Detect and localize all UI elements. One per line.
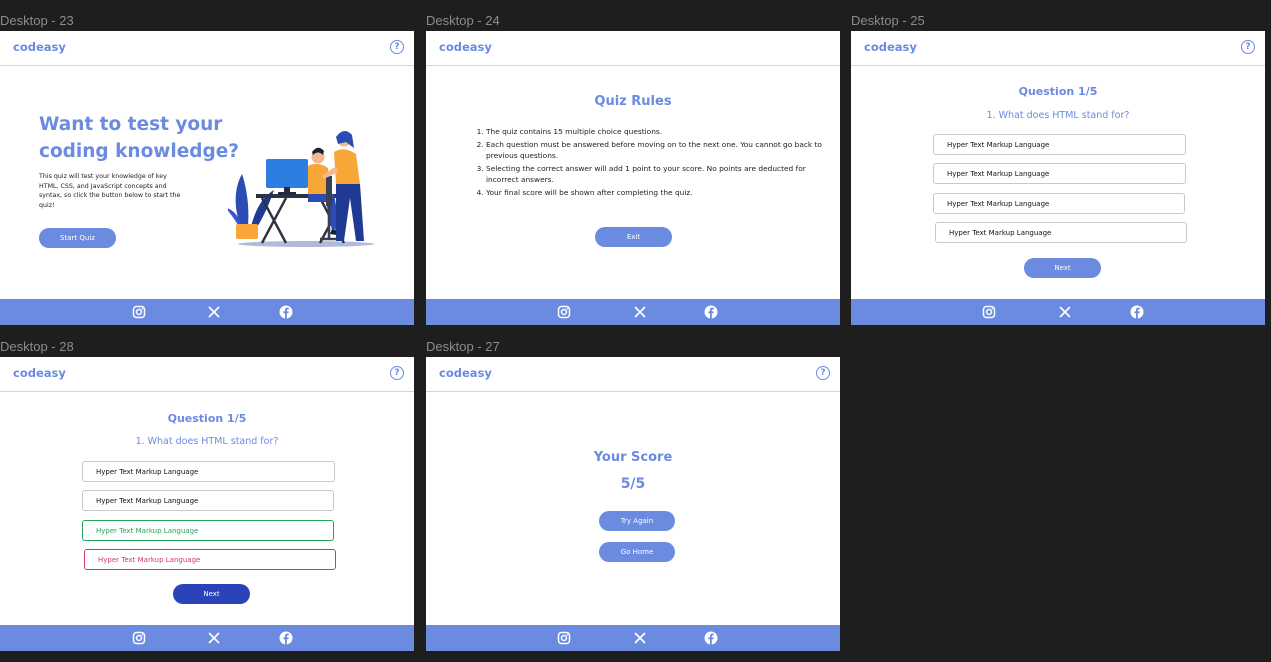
logo[interactable]: codeasy <box>439 366 492 380</box>
go-home-button[interactable]: Go Home <box>599 542 675 562</box>
instagram-icon[interactable] <box>132 305 146 319</box>
frame-label-desktop-25: Desktop - 25 <box>851 13 925 28</box>
answer-option[interactable]: Hyper Text Markup Language <box>935 222 1187 243</box>
help-icon[interactable]: ? <box>390 40 404 54</box>
frame-label-desktop-27: Desktop - 27 <box>426 339 500 354</box>
instagram-icon[interactable] <box>557 305 571 319</box>
footer <box>426 625 840 651</box>
frame-desktop-25: codeasy ? Question 1/5 1. What does HTML… <box>851 31 1265 325</box>
frame-desktop-28: codeasy ? Question 1/5 1. What does HTML… <box>0 357 414 651</box>
header: codeasy <box>426 31 840 66</box>
header: codeasy ? <box>0 357 414 392</box>
help-icon[interactable]: ? <box>390 366 404 380</box>
footer <box>426 299 840 325</box>
rule-item: The quiz contains 15 multiple choice que… <box>486 126 826 137</box>
footer <box>0 299 414 325</box>
illustration-people-at-computer <box>228 130 374 247</box>
rules-list: The quiz contains 15 multiple choice que… <box>474 126 826 200</box>
header: codeasy ? <box>0 31 414 66</box>
logo[interactable]: codeasy <box>439 40 492 54</box>
answer-option[interactable]: Hyper Text Markup Language <box>933 134 1186 155</box>
instagram-icon[interactable] <box>132 631 146 645</box>
score-value: 5/5 <box>620 476 646 492</box>
rule-item: Each question must be answered before mo… <box>486 139 826 161</box>
facebook-icon[interactable] <box>279 631 293 645</box>
frame-label-desktop-28: Desktop - 28 <box>0 339 74 354</box>
logo[interactable]: codeasy <box>13 366 66 380</box>
answer-option[interactable]: Hyper Text Markup Language <box>933 193 1185 214</box>
question-text: 1. What does HTML stand for? <box>986 110 1130 121</box>
answer-option-correct[interactable]: Hyper Text Markup Language <box>82 520 334 541</box>
instagram-icon[interactable] <box>982 305 996 319</box>
frame-label-desktop-23: Desktop - 23 <box>0 13 74 28</box>
start-quiz-button[interactable]: Start Quiz <box>39 228 116 248</box>
headline: Want to test your coding knowledge? <box>39 111 239 165</box>
header: codeasy ? <box>426 357 840 392</box>
header: codeasy ? <box>851 31 1265 66</box>
answer-option-wrong[interactable]: Hyper Text Markup Language <box>84 549 336 570</box>
help-icon[interactable]: ? <box>1241 40 1255 54</box>
facebook-icon[interactable] <box>704 305 718 319</box>
x-icon[interactable] <box>633 305 647 319</box>
logo[interactable]: codeasy <box>864 40 917 54</box>
question-counter: Question 1/5 <box>167 412 247 425</box>
answer-option[interactable]: Hyper Text Markup Language <box>82 461 335 482</box>
frame-desktop-27: codeasy ? Your Score 5/5 Try Again Go Ho… <box>426 357 840 651</box>
headline-line-1: Want to test your <box>39 114 223 135</box>
page-title: Quiz Rules <box>594 94 672 109</box>
logo[interactable]: codeasy <box>13 40 66 54</box>
answer-option[interactable]: Hyper Text Markup Language <box>82 490 334 511</box>
help-icon[interactable]: ? <box>816 366 830 380</box>
next-button[interactable]: Next <box>1024 258 1101 278</box>
x-icon[interactable] <box>633 631 647 645</box>
frame-desktop-24: codeasy Quiz Rules The quiz contains 15 … <box>426 31 840 325</box>
try-again-button[interactable]: Try Again <box>599 511 675 531</box>
exit-button[interactable]: Exit <box>595 227 672 247</box>
footer <box>0 625 414 651</box>
answer-option[interactable]: Hyper Text Markup Language <box>933 163 1186 184</box>
footer <box>851 299 1265 325</box>
facebook-icon[interactable] <box>1130 305 1144 319</box>
description: This quiz will test your knowledge of ke… <box>39 173 181 209</box>
score-title: Your Score <box>593 450 673 465</box>
x-icon[interactable] <box>207 631 221 645</box>
question-text: 1. What does HTML stand for? <box>135 436 279 447</box>
headline-line-2: coding knowledge? <box>39 141 240 162</box>
x-icon[interactable] <box>207 305 221 319</box>
next-button[interactable]: Next <box>173 584 250 604</box>
frame-desktop-23: codeasy ? Want to test your coding knowl… <box>0 31 414 325</box>
facebook-icon[interactable] <box>704 631 718 645</box>
rule-item: Your final score will be shown after com… <box>486 187 826 198</box>
question-counter: Question 1/5 <box>1018 85 1098 98</box>
instagram-icon[interactable] <box>557 631 571 645</box>
facebook-icon[interactable] <box>279 305 293 319</box>
x-icon[interactable] <box>1058 305 1072 319</box>
frame-label-desktop-24: Desktop - 24 <box>426 13 500 28</box>
rule-item: Selecting the correct answer will add 1 … <box>486 163 826 185</box>
